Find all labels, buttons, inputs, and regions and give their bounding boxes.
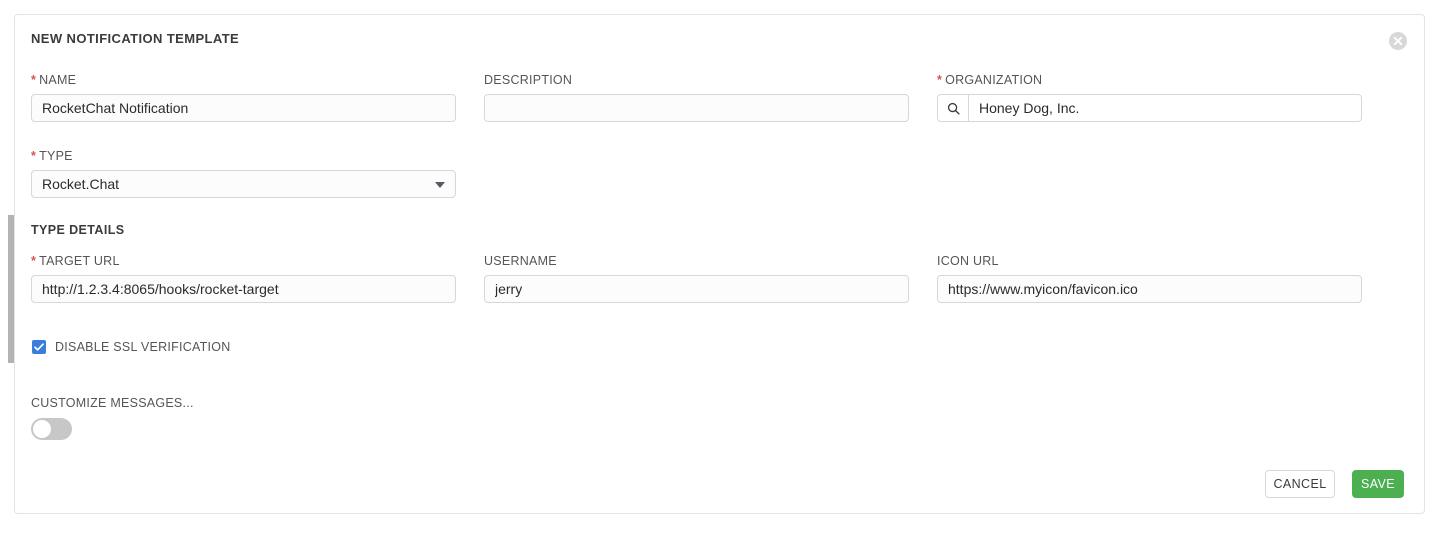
search-icon[interactable] [937, 94, 968, 122]
checkbox-checked-icon [32, 340, 46, 354]
type-select-value[interactable] [31, 170, 456, 198]
username-input[interactable] [484, 275, 909, 303]
description-input[interactable] [484, 94, 909, 122]
field-name: *NAME [31, 73, 456, 122]
type-details-heading: TYPE DETAILS [31, 223, 124, 237]
name-input[interactable] [31, 94, 456, 122]
required-asterisk-target-url: * [31, 254, 36, 268]
cancel-button[interactable]: CANCEL [1265, 470, 1335, 498]
disable-ssl-verification-checkbox[interactable]: DISABLE SSL VERIFICATION [32, 340, 231, 354]
field-target-url: *TARGET URL [31, 254, 456, 303]
target-url-label: *TARGET URL [31, 254, 456, 268]
icon-url-label: ICON URL [937, 254, 1362, 268]
type-select[interactable] [31, 170, 456, 198]
close-icon[interactable] [1388, 31, 1408, 51]
disable-ssl-verification-label: DISABLE SSL VERIFICATION [55, 340, 231, 354]
required-asterisk-type: * [31, 149, 36, 163]
field-icon-url: ICON URL [937, 254, 1362, 303]
organization-lookup [937, 94, 1362, 122]
toggle-knob [33, 420, 51, 438]
page-title: NEW NOTIFICATION TEMPLATE [31, 31, 239, 46]
type-label: *TYPE [31, 149, 456, 163]
field-description: DESCRIPTION [484, 73, 909, 122]
target-url-input[interactable] [31, 275, 456, 303]
save-button[interactable]: SAVE [1352, 470, 1404, 498]
icon-url-input[interactable] [937, 275, 1362, 303]
customize-messages-label: CUSTOMIZE MESSAGES... [31, 396, 194, 410]
organization-input[interactable] [968, 94, 1362, 122]
field-type: *TYPE [31, 149, 456, 198]
description-label: DESCRIPTION [484, 73, 909, 87]
username-label: USERNAME [484, 254, 909, 268]
customize-messages-toggle[interactable] [31, 418, 72, 440]
new-notification-template-panel: NEW NOTIFICATION TEMPLATE *NAME DESCRIPT… [14, 14, 1425, 514]
required-asterisk-organization: * [937, 73, 942, 87]
organization-label: *ORGANIZATION [937, 73, 1362, 87]
name-label: *NAME [31, 73, 456, 87]
field-username: USERNAME [484, 254, 909, 303]
field-organization: *ORGANIZATION [937, 73, 1362, 122]
required-asterisk-name: * [31, 73, 36, 87]
